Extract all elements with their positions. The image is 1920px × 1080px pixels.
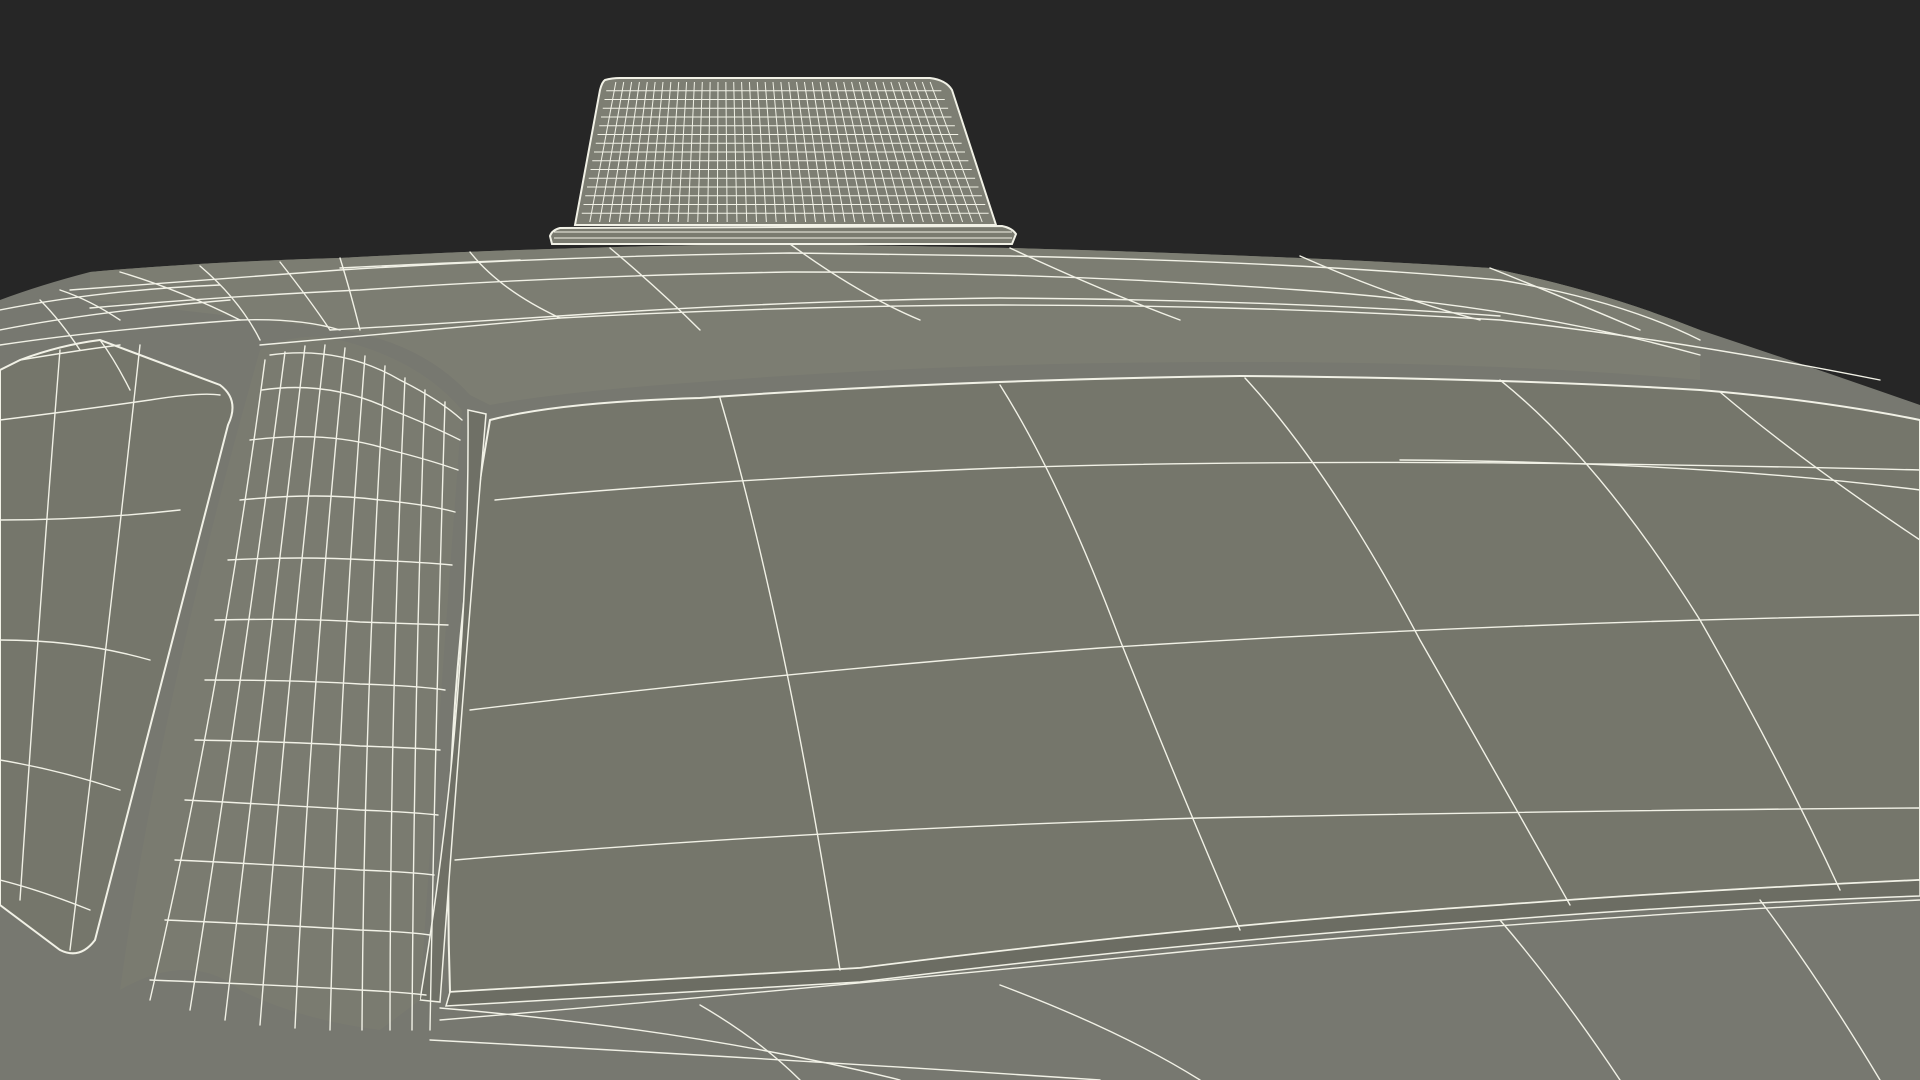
wireframe-render (0, 0, 1920, 1080)
render-viewport (0, 0, 1920, 1080)
sign-grid-column (716, 81, 719, 223)
